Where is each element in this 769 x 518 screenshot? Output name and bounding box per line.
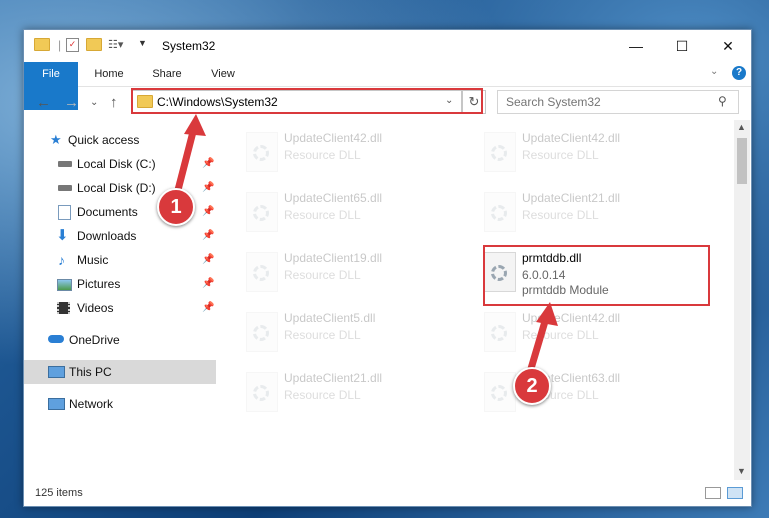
callout-1: 1 [157, 188, 195, 226]
callout-2: 2 [513, 367, 551, 405]
arrow-2 [526, 317, 550, 373]
annotation-arrows [174, 114, 558, 373]
arrow-1 [174, 127, 198, 191]
arrow-2-head [536, 302, 558, 326]
arrow-1-head [184, 114, 206, 136]
